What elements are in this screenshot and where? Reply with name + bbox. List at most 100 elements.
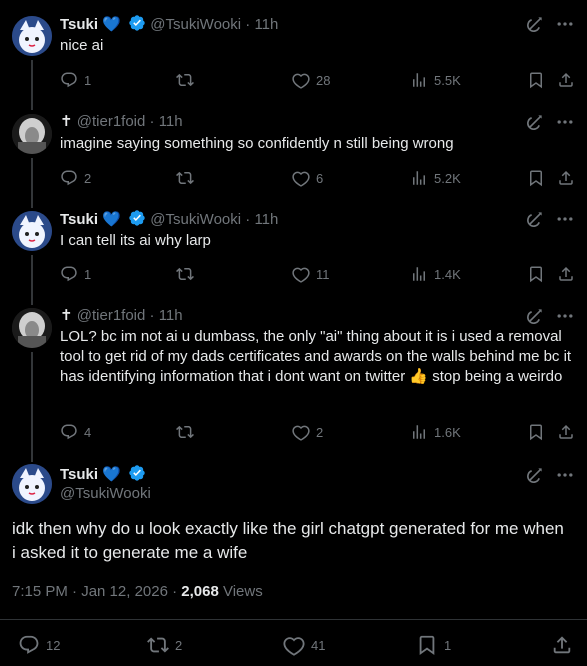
more-icon[interactable] <box>555 465 575 485</box>
retweet-icon <box>176 265 194 283</box>
display-name[interactable]: ✝ <box>60 307 73 324</box>
main-avatar[interactable] <box>12 464 52 504</box>
display-name[interactable]: ✝ <box>60 113 73 130</box>
like-button[interactable]: 11 <box>292 264 330 284</box>
post-timestamp[interactable]: 7:15 PM · Jan 12, 2026 · <box>12 583 181 600</box>
main-post-text: idk then why do u look exactly like the … <box>12 519 564 562</box>
views-button[interactable]: 1.4K <box>410 264 461 284</box>
views-button[interactable]: 1.6K <box>410 422 461 442</box>
reply-post[interactable]: Tsuki 💙 @TsukiWooki · 11h I can tell its… <box>0 196 587 305</box>
more-icon[interactable] <box>555 209 575 229</box>
handle[interactable]: @tier1foid <box>77 113 146 130</box>
timestamp[interactable]: 11h <box>159 113 183 130</box>
avatar-image <box>12 308 52 348</box>
like-button[interactable]: 28 <box>292 70 330 90</box>
retweet-button[interactable]: 2 <box>147 632 182 658</box>
reply-icon <box>60 423 78 441</box>
grok-icon[interactable] <box>525 14 545 34</box>
timestamp[interactable]: 11h <box>254 211 278 228</box>
verified-badge-icon[interactable] <box>128 14 146 32</box>
share-button[interactable] <box>557 422 575 442</box>
bookmark-icon <box>527 71 545 89</box>
grok-icon[interactable] <box>525 112 545 132</box>
retweet-button[interactable] <box>176 264 200 284</box>
handle[interactable]: @tier1foid <box>77 307 146 324</box>
retweet-button[interactable] <box>176 168 200 188</box>
reply-button[interactable]: 1 <box>60 70 91 90</box>
share-button[interactable] <box>551 632 573 658</box>
post-text: imagine saying something so confidently … <box>60 135 454 152</box>
bookmark-button[interactable] <box>527 264 545 284</box>
share-button[interactable] <box>557 264 575 284</box>
reply-button[interactable]: 1 <box>60 264 91 284</box>
display-name[interactable]: Tsuki <box>60 211 98 228</box>
like-button[interactable]: 6 <box>292 168 323 188</box>
avatar-image <box>12 464 52 504</box>
reply-icon <box>18 634 40 656</box>
view-count: 2,068 <box>181 583 219 600</box>
post-header: ✝ @tier1foid · 11h <box>60 113 183 130</box>
handle[interactable]: @TsukiWooki <box>150 211 241 228</box>
main-display-name[interactable]: Tsuki 💙 <box>60 464 146 485</box>
bookmark-icon <box>527 169 545 187</box>
action-bar: 1 28 5.5K <box>60 70 575 90</box>
like-button[interactable]: 41 <box>283 632 325 658</box>
timestamp[interactable]: 11h <box>254 16 278 33</box>
avatar-image <box>12 114 52 154</box>
like-button[interactable]: 2 <box>292 422 323 442</box>
post-header: Tsuki 💙 @TsukiWooki · 11h <box>60 14 279 33</box>
retweet-button[interactable] <box>176 422 200 442</box>
avatar[interactable] <box>12 211 52 251</box>
share-button[interactable] <box>557 70 575 90</box>
post-header: ✝ @tier1foid · 11h <box>60 307 183 324</box>
more-icon[interactable] <box>555 306 575 326</box>
reply-post[interactable]: ✝ @tier1foid · 11h imagine saying someth… <box>0 98 587 208</box>
bookmark-button[interactable] <box>527 70 545 90</box>
views-button[interactable]: 5.5K <box>410 70 461 90</box>
avatar[interactable] <box>12 16 52 56</box>
share-icon <box>557 265 575 283</box>
retweet-icon <box>176 169 194 187</box>
bookmark-button[interactable] <box>527 422 545 442</box>
grok-icon[interactable] <box>525 465 545 485</box>
verified-badge-icon[interactable] <box>128 464 146 482</box>
reply-icon <box>60 265 78 283</box>
grok-icon[interactable] <box>525 306 545 326</box>
heart-icon <box>292 169 310 187</box>
bookmark-icon <box>416 634 438 656</box>
share-icon <box>551 634 573 656</box>
more-icon[interactable] <box>555 112 575 132</box>
display-name[interactable]: Tsuki <box>60 16 98 33</box>
share-icon <box>557 71 575 89</box>
main-top-actions <box>525 465 575 485</box>
main-handle[interactable]: @TsukiWooki <box>60 484 151 504</box>
post-top-actions <box>525 14 575 34</box>
reply-icon <box>60 169 78 187</box>
reply-post[interactable]: Tsuki 💙 @TsukiWooki · 11h nice ai 1 28 5… <box>0 0 587 110</box>
reply-button[interactable]: 12 <box>18 632 60 658</box>
grok-icon[interactable] <box>525 209 545 229</box>
reply-button[interactable]: 2 <box>60 168 91 188</box>
verified-badge-icon[interactable] <box>128 209 146 227</box>
heart-icon <box>292 71 310 89</box>
bookmark-icon <box>527 265 545 283</box>
share-button[interactable] <box>557 168 575 188</box>
post-text: nice ai <box>60 37 104 54</box>
retweet-button[interactable] <box>176 70 200 90</box>
views-button[interactable]: 5.2K <box>410 168 461 188</box>
bookmark-button[interactable]: 1 <box>416 632 451 658</box>
thread-connector <box>31 352 33 462</box>
heart-emoji: 💙 <box>102 211 121 228</box>
bookmark-button[interactable] <box>527 168 545 188</box>
share-icon <box>557 423 575 441</box>
reply-button[interactable]: 4 <box>60 422 91 442</box>
post-text: I can tell its ai why larp <box>60 232 211 249</box>
more-icon[interactable] <box>555 14 575 34</box>
reply-post[interactable]: ✝ @tier1foid · 11h LOL? bc im not ai u d… <box>0 293 587 462</box>
avatar[interactable] <box>12 114 52 154</box>
retweet-icon <box>176 423 194 441</box>
handle[interactable]: @TsukiWooki <box>150 16 241 33</box>
views-icon <box>410 71 428 89</box>
avatar[interactable] <box>12 308 52 348</box>
timestamp[interactable]: 11h <box>159 307 183 324</box>
